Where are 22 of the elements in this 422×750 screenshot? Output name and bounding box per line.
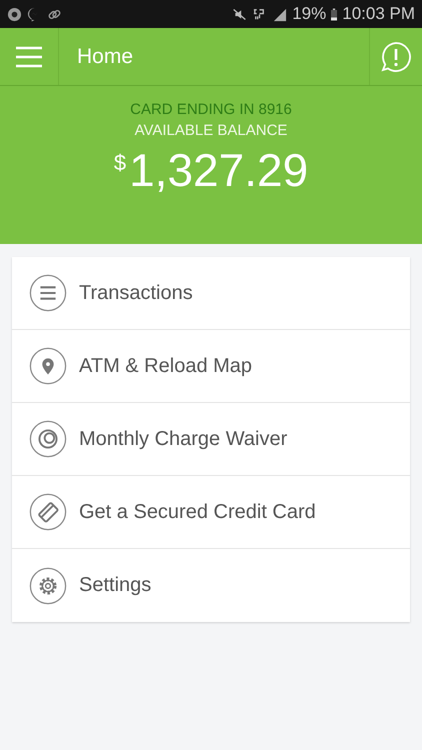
- ring-icon: [29, 420, 67, 458]
- balance-label: AVAILABLE BALANCE: [134, 121, 288, 141]
- battery-percent: 19%: [292, 4, 326, 24]
- menu-item[interactable]: ATM & Reload Map: [12, 330, 410, 403]
- signal-icon: [272, 6, 288, 22]
- clock: 10:03 PM: [342, 4, 415, 24]
- menu-item[interactable]: Settings: [12, 549, 410, 622]
- list-icon: [29, 274, 67, 312]
- card-number-label: CARD ENDING IN 8916: [130, 100, 292, 120]
- menu-item[interactable]: Monthly Charge Waiver: [12, 403, 410, 476]
- balance-amount: 1,327.29: [129, 143, 308, 198]
- alert-icon: [380, 40, 412, 72]
- menu-icon: [15, 46, 43, 68]
- currency-sign: $: [114, 150, 126, 176]
- settings-icon: [29, 566, 67, 604]
- page-title: Home: [76, 44, 134, 68]
- credit-card-icon: [29, 493, 67, 531]
- menu-item[interactable]: Get a Secured Credit Card: [12, 476, 410, 549]
- menu-item[interactable]: Transactions: [12, 257, 410, 330]
- battery-icon: [331, 8, 338, 20]
- mute-icon: [232, 6, 248, 22]
- map-pin-icon: [29, 347, 67, 385]
